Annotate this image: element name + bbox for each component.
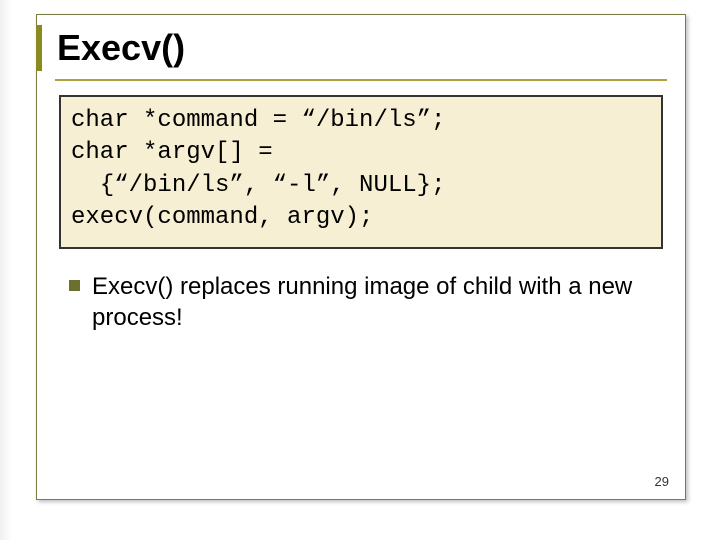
code-line: char *command = “/bin/ls”; [71,107,445,134]
page-number: 29 [655,474,669,489]
bullet-text: Execv() replaces running image of child … [92,271,653,333]
code-line: char *argv[] = [71,139,273,166]
slide-container: Execv() char *command = “/bin/ls”; char … [36,14,686,500]
code-block: char *command = “/bin/ls”; char *argv[] … [59,95,663,249]
title-area: Execv() [55,15,667,81]
code-line: execv(command, argv); [71,204,373,231]
title-accent-bar [36,25,42,71]
square-bullet-icon [69,280,80,291]
code-line: {“/bin/ls”, “-l”, NULL}; [71,172,445,199]
slide-left-shadow [0,0,12,540]
bullet-item: Execv() replaces running image of child … [69,271,653,333]
slide-title: Execv() [55,27,667,69]
